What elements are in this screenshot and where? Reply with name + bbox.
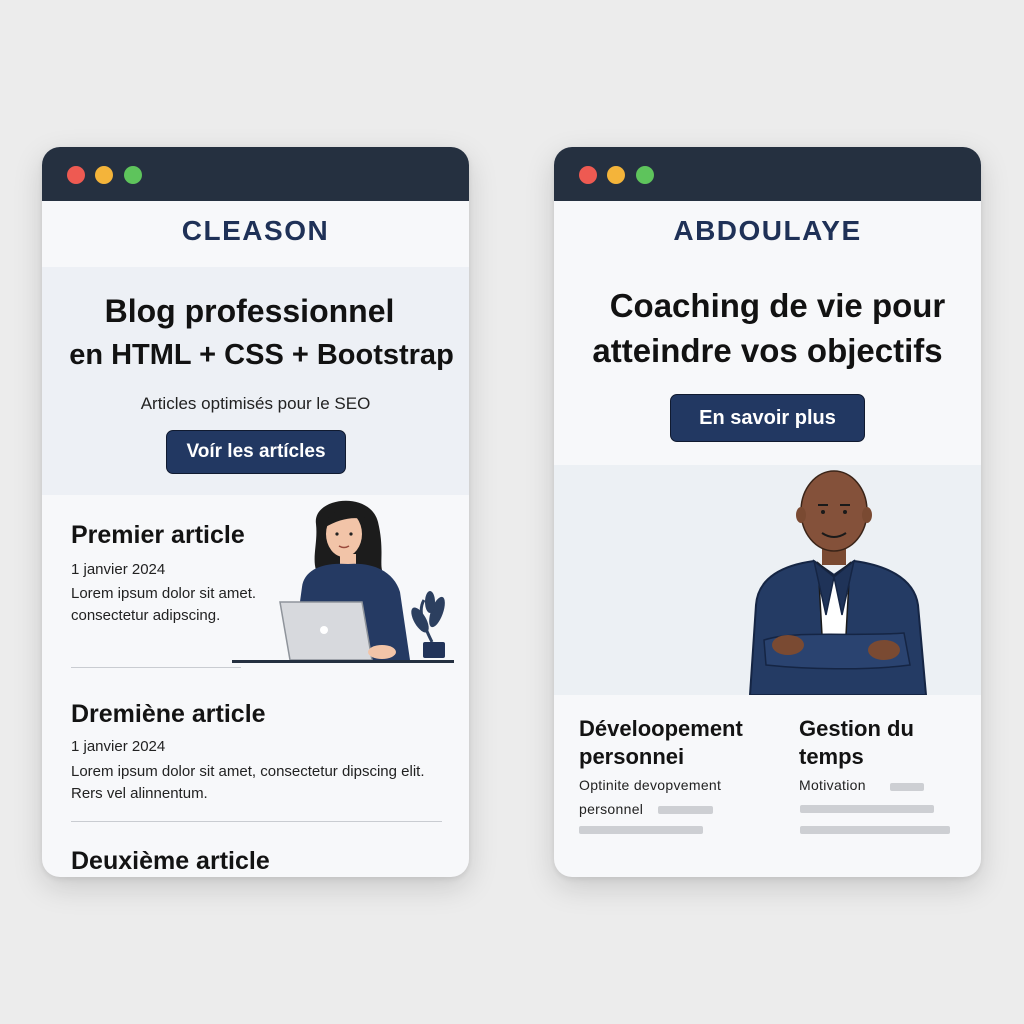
hero-title-line2: atteindre vos objectifs (592, 332, 943, 369)
article-title[interactable]: Dremiène article (71, 700, 266, 729)
window-titlebar (554, 147, 981, 201)
feature-title[interactable]: Déveloopement personnei (579, 715, 743, 771)
article-divider (71, 821, 442, 822)
view-articles-button[interactable]: Voír les artícles (166, 430, 346, 474)
feature-title-line: Déveloopement (579, 716, 743, 741)
text-placeholder (800, 826, 950, 834)
hero-subtitle: Articles optimisés pour le SEO (140, 394, 371, 413)
text-placeholder (800, 805, 934, 813)
feature-title-line: Gestion du (799, 716, 914, 741)
text-placeholder (890, 783, 924, 791)
article-excerpt: Lorem ipsum dolor sit amet, consectetur … (71, 761, 425, 805)
blog-window: CLEASON Blog professionnel en HTML + CSS… (42, 147, 469, 877)
window-titlebar (42, 147, 469, 201)
feature-title-line: temps (799, 744, 864, 769)
article-excerpt-line: Rers vel alinnentum. (71, 785, 208, 802)
woman-laptop-illustration-icon (232, 500, 454, 663)
hero-title: Coaching de vie pour (609, 287, 946, 324)
close-dot-icon[interactable] (579, 166, 597, 184)
minimize-dot-icon[interactable] (607, 166, 625, 184)
text-placeholder (658, 806, 713, 814)
maximize-dot-icon[interactable] (636, 166, 654, 184)
article-excerpt-line: consectetur adipscing. (71, 607, 221, 624)
article-date: 1 janvier 2024 (71, 738, 166, 755)
site-brand[interactable]: ABDOULAYE (554, 215, 981, 247)
text-placeholder (579, 826, 703, 834)
maximize-dot-icon[interactable] (124, 166, 142, 184)
site-brand[interactable]: CLEASON (42, 215, 469, 247)
hero-title: Blog professionnel (104, 293, 395, 329)
feature-title-line: personnei (579, 744, 685, 769)
feature-title[interactable]: Gestion du temps (799, 715, 914, 771)
feature-text: Optinite devopvement (579, 777, 722, 793)
article-excerpt-line: Lorem ipsum dolor sit amet, consectetur … (71, 763, 425, 780)
close-dot-icon[interactable] (67, 166, 85, 184)
coaching-window: ABDOULAYE Coaching de vie pour atteindre… (554, 147, 981, 877)
coach-man-illustration-icon (748, 470, 928, 695)
article-title[interactable]: Premier article (71, 521, 245, 550)
article-divider (71, 667, 241, 668)
article-title[interactable]: Deuxième article (71, 847, 270, 876)
article-date: 1 janvier 2024 (71, 561, 166, 578)
feature-text: personnel (579, 801, 644, 817)
article-excerpt-line: Lorem ipsum dolor sit amet. (71, 585, 257, 602)
minimize-dot-icon[interactable] (95, 166, 113, 184)
hero-title-line2: en HTML + CSS + Bootstrap (69, 339, 454, 371)
feature-text: Motivation (799, 777, 866, 793)
learn-more-button[interactable]: En savoir plus (670, 394, 865, 442)
article-excerpt: Lorem ipsum dolor sit amet. consectetur … (71, 583, 256, 627)
